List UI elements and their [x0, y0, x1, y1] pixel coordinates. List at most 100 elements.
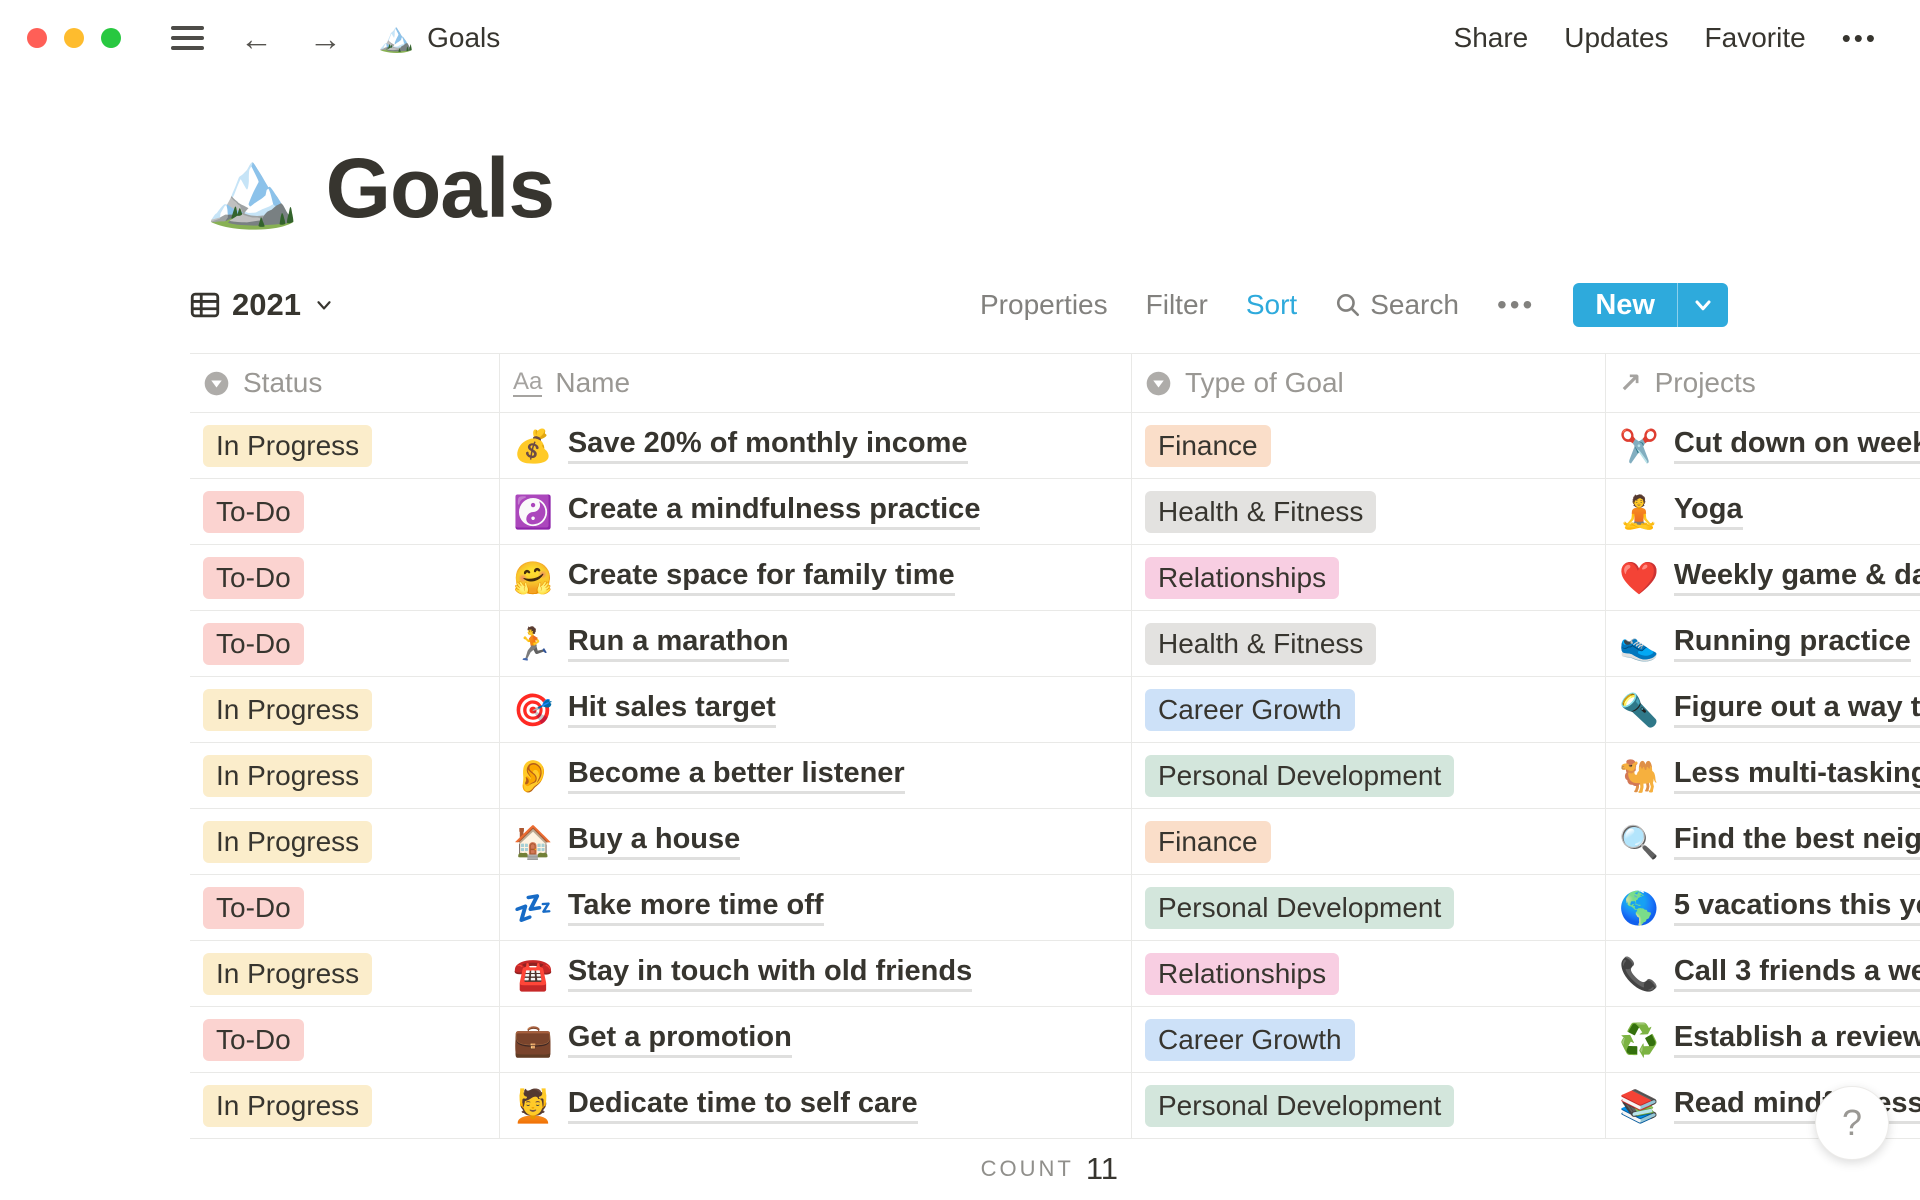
minimize-window-button[interactable] — [64, 28, 84, 48]
status-cell[interactable]: In Progress — [190, 1073, 500, 1138]
sort-button[interactable]: Sort — [1246, 289, 1297, 321]
type-of-goal-cell[interactable]: Relationships — [1132, 545, 1606, 610]
project-page-link[interactable]: Figure out a way to g — [1673, 691, 1920, 728]
status-cell[interactable]: To-Do — [190, 1007, 500, 1072]
column-header-projects[interactable]: ↗ Projects — [1606, 354, 1920, 412]
project-page-link[interactable]: Running practice — [1673, 625, 1911, 662]
type-of-goal-cell[interactable]: Personal Development — [1132, 743, 1606, 808]
status-badge: In Progress — [203, 754, 373, 797]
status-cell[interactable]: To-Do — [190, 479, 500, 544]
name-cell[interactable]: ☯️ Create a mindfulness practice — [500, 479, 1132, 544]
type-of-goal-cell[interactable]: Career Growth — [1132, 1007, 1606, 1072]
projects-cell[interactable]: 👟 Running practice — [1606, 611, 1920, 676]
goal-page-link[interactable]: Create a mindfulness practice — [567, 493, 981, 530]
type-of-goal-cell[interactable]: Personal Development — [1132, 875, 1606, 940]
view-switcher[interactable]: 2021 — [190, 287, 335, 323]
status-cell[interactable]: In Progress — [190, 941, 500, 1006]
new-button[interactable]: New — [1573, 283, 1677, 327]
name-cell[interactable]: 💆 Dedicate time to self care — [500, 1073, 1132, 1138]
goal-page-link[interactable]: Save 20% of monthly income — [567, 427, 968, 464]
type-of-goal-cell[interactable]: Health & Fitness — [1132, 479, 1606, 544]
breadcrumb[interactable]: 🏔️ Goals — [378, 22, 500, 54]
name-cell[interactable]: ☎️ Stay in touch with old friends — [500, 941, 1132, 1006]
goal-page-link[interactable]: Hit sales target — [567, 691, 776, 728]
new-dropdown-button[interactable] — [1678, 283, 1728, 327]
database-toolbar: 2021 Properties Filter Sort Search ••• N… — [190, 283, 1728, 327]
type-of-goal-cell[interactable]: Finance — [1132, 809, 1606, 874]
goal-page-link[interactable]: Take more time off — [567, 889, 824, 926]
status-cell[interactable]: In Progress — [190, 413, 500, 478]
goal-page-link[interactable]: Run a marathon — [567, 625, 789, 662]
projects-cell[interactable]: ❤️ Weekly game & date — [1606, 545, 1920, 610]
status-cell[interactable]: To-Do — [190, 545, 500, 610]
back-arrow-icon[interactable]: ← — [240, 22, 273, 55]
project-page-link[interactable]: Yoga — [1673, 493, 1743, 530]
project-page-link[interactable]: Establish a review c — [1673, 1021, 1920, 1058]
favorite-button[interactable]: Favorite — [1705, 22, 1806, 54]
projects-cell[interactable]: ✂️ Cut down on weekda — [1606, 413, 1920, 478]
projects-cell[interactable]: ♻️ Establish a review c — [1606, 1007, 1920, 1072]
project-page-link[interactable]: Cut down on weekda — [1673, 427, 1920, 464]
search-button[interactable]: Search — [1335, 289, 1459, 321]
project-page-link[interactable]: 5 vacations this yea — [1673, 889, 1920, 926]
name-cell[interactable]: 🏃 Run a marathon — [500, 611, 1132, 676]
column-label: Type of Goal — [1185, 367, 1344, 398]
type-of-goal-cell[interactable]: Finance — [1132, 413, 1606, 478]
goal-page-link[interactable]: Dedicate time to self care — [567, 1087, 918, 1124]
status-cell[interactable]: To-Do — [190, 875, 500, 940]
column-label: Projects — [1654, 367, 1756, 398]
projects-cell[interactable]: 🌎 5 vacations this yea — [1606, 875, 1920, 940]
updates-button[interactable]: Updates — [1564, 22, 1668, 54]
zoom-window-button[interactable] — [101, 28, 121, 48]
type-of-goal-cell[interactable]: Health & Fitness — [1132, 611, 1606, 676]
name-cell[interactable]: 🏠 Buy a house — [500, 809, 1132, 874]
count-calculation[interactable]: COUNT 11 — [500, 1139, 1132, 1199]
name-cell[interactable]: 👂 Become a better listener — [500, 743, 1132, 808]
status-badge: To-Do — [203, 490, 304, 533]
column-header-name[interactable]: Aa Name — [500, 354, 1132, 412]
properties-button[interactable]: Properties — [980, 289, 1108, 321]
projects-cell[interactable]: 📞 Call 3 friends a wee — [1606, 941, 1920, 1006]
project-page-link[interactable]: Call 3 friends a wee — [1673, 955, 1920, 992]
status-cell[interactable]: In Progress — [190, 677, 500, 742]
status-cell[interactable]: To-Do — [190, 611, 500, 676]
page-mountain-icon[interactable]: 🏔️ — [205, 150, 300, 227]
type-of-goal-cell[interactable]: Career Growth — [1132, 677, 1606, 742]
project-page-link[interactable]: Less multi-tasking — [1673, 757, 1920, 794]
type-of-goal-cell[interactable]: Relationships — [1132, 941, 1606, 1006]
status-cell[interactable]: In Progress — [190, 743, 500, 808]
column-header-type-of-goal[interactable]: Type of Goal — [1132, 354, 1606, 412]
filter-button[interactable]: Filter — [1146, 289, 1208, 321]
projects-cell[interactable]: 🧘 Yoga — [1606, 479, 1920, 544]
column-header-status[interactable]: Status — [190, 354, 500, 412]
share-button[interactable]: Share — [1454, 22, 1529, 54]
name-cell[interactable]: 💰 Save 20% of monthly income — [500, 413, 1132, 478]
page-title[interactable]: Goals — [326, 140, 555, 237]
status-cell[interactable]: In Progress — [190, 809, 500, 874]
goal-page-link[interactable]: Stay in touch with old friends — [567, 955, 973, 992]
name-cell[interactable]: 💤 Take more time off — [500, 875, 1132, 940]
goal-page-link[interactable]: Buy a house — [567, 823, 741, 860]
table-footer-row: COUNT 11 — [190, 1139, 1920, 1199]
goal-page-link[interactable]: Become a better listener — [567, 757, 905, 794]
name-cell[interactable]: 🎯 Hit sales target — [500, 677, 1132, 742]
projects-cell[interactable]: 🔦 Figure out a way to g — [1606, 677, 1920, 742]
name-cell[interactable]: 🤗 Create space for family time — [500, 545, 1132, 610]
goal-page-link[interactable]: Get a promotion — [567, 1021, 792, 1058]
zzz-icon: 💤 — [513, 889, 553, 926]
close-window-button[interactable] — [27, 28, 47, 48]
forward-arrow-icon[interactable]: → — [309, 22, 342, 55]
project-page-link[interactable]: Weekly game & date — [1673, 559, 1920, 596]
help-button[interactable]: ? — [1815, 1086, 1889, 1160]
view-more-button[interactable]: ••• — [1497, 289, 1535, 321]
projects-cell[interactable]: 🔍 Find the best neighb — [1606, 809, 1920, 874]
more-menu-button[interactable]: ••• — [1842, 23, 1878, 54]
type-badge: Relationships — [1145, 952, 1340, 995]
projects-cell[interactable]: 🐫 Less multi-tasking — [1606, 743, 1920, 808]
sidebar-toggle-icon[interactable] — [171, 26, 204, 50]
name-cell[interactable]: 💼 Get a promotion — [500, 1007, 1132, 1072]
new-button-group: New — [1573, 283, 1728, 327]
type-of-goal-cell[interactable]: Personal Development — [1132, 1073, 1606, 1138]
project-page-link[interactable]: Find the best neighb — [1673, 823, 1920, 860]
goal-page-link[interactable]: Create space for family time — [567, 559, 955, 596]
